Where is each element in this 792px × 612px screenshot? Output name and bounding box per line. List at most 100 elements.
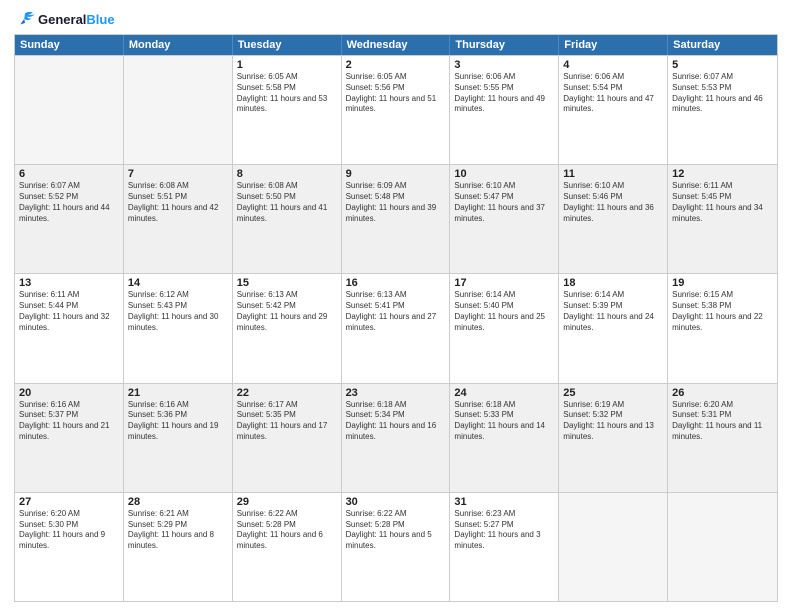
day-number: 27 bbox=[19, 496, 119, 508]
sunrise-text: Sunrise: 6:13 AM bbox=[237, 290, 337, 301]
sunset-text: Sunset: 5:27 PM bbox=[454, 520, 554, 531]
sunrise-text: Sunrise: 6:11 AM bbox=[672, 181, 773, 192]
sunrise-text: Sunrise: 6:07 AM bbox=[672, 72, 773, 83]
cal-cell-17: 17Sunrise: 6:14 AMSunset: 5:40 PMDayligh… bbox=[450, 274, 559, 382]
sunset-text: Sunset: 5:56 PM bbox=[346, 83, 446, 94]
day-number: 19 bbox=[672, 277, 773, 289]
sunrise-text: Sunrise: 6:16 AM bbox=[128, 400, 228, 411]
sunrise-text: Sunrise: 6:05 AM bbox=[237, 72, 337, 83]
sunrise-text: Sunrise: 6:17 AM bbox=[237, 400, 337, 411]
sunset-text: Sunset: 5:37 PM bbox=[19, 410, 119, 421]
sunset-text: Sunset: 5:52 PM bbox=[19, 192, 119, 203]
day-number: 5 bbox=[672, 59, 773, 71]
daylight-text: Daylight: 11 hours and 24 minutes. bbox=[563, 312, 663, 334]
day-number: 28 bbox=[128, 496, 228, 508]
sunrise-text: Sunrise: 6:14 AM bbox=[563, 290, 663, 301]
calendar-row-4: 27Sunrise: 6:20 AMSunset: 5:30 PMDayligh… bbox=[15, 492, 777, 601]
daylight-text: Daylight: 11 hours and 41 minutes. bbox=[237, 203, 337, 225]
header-day-friday: Friday bbox=[559, 35, 668, 55]
day-number: 24 bbox=[454, 387, 554, 399]
day-number: 10 bbox=[454, 168, 554, 180]
sunset-text: Sunset: 5:35 PM bbox=[237, 410, 337, 421]
day-number: 23 bbox=[346, 387, 446, 399]
sunset-text: Sunset: 5:34 PM bbox=[346, 410, 446, 421]
day-number: 18 bbox=[563, 277, 663, 289]
sunrise-text: Sunrise: 6:20 AM bbox=[19, 509, 119, 520]
sunset-text: Sunset: 5:33 PM bbox=[454, 410, 554, 421]
daylight-text: Daylight: 11 hours and 13 minutes. bbox=[563, 421, 663, 443]
day-number: 22 bbox=[237, 387, 337, 399]
cal-cell-6: 6Sunrise: 6:07 AMSunset: 5:52 PMDaylight… bbox=[15, 165, 124, 273]
daylight-text: Daylight: 11 hours and 19 minutes. bbox=[128, 421, 228, 443]
cal-cell-29: 29Sunrise: 6:22 AMSunset: 5:28 PMDayligh… bbox=[233, 493, 342, 601]
header-day-tuesday: Tuesday bbox=[233, 35, 342, 55]
daylight-text: Daylight: 11 hours and 14 minutes. bbox=[454, 421, 554, 443]
daylight-text: Daylight: 11 hours and 53 minutes. bbox=[237, 94, 337, 116]
sunset-text: Sunset: 5:36 PM bbox=[128, 410, 228, 421]
sunset-text: Sunset: 5:53 PM bbox=[672, 83, 773, 94]
cal-cell-27: 27Sunrise: 6:20 AMSunset: 5:30 PMDayligh… bbox=[15, 493, 124, 601]
daylight-text: Daylight: 11 hours and 51 minutes. bbox=[346, 94, 446, 116]
sunrise-text: Sunrise: 6:14 AM bbox=[454, 290, 554, 301]
cal-cell-4: 4Sunrise: 6:06 AMSunset: 5:54 PMDaylight… bbox=[559, 56, 668, 164]
sunrise-text: Sunrise: 6:20 AM bbox=[672, 400, 773, 411]
sunset-text: Sunset: 5:46 PM bbox=[563, 192, 663, 203]
header-day-monday: Monday bbox=[124, 35, 233, 55]
day-number: 9 bbox=[346, 168, 446, 180]
header-day-wednesday: Wednesday bbox=[342, 35, 451, 55]
daylight-text: Daylight: 11 hours and 11 minutes. bbox=[672, 421, 773, 443]
cal-cell-23: 23Sunrise: 6:18 AMSunset: 5:34 PMDayligh… bbox=[342, 384, 451, 492]
daylight-text: Daylight: 11 hours and 8 minutes. bbox=[128, 530, 228, 552]
header-day-thursday: Thursday bbox=[450, 35, 559, 55]
sunrise-text: Sunrise: 6:21 AM bbox=[128, 509, 228, 520]
cal-cell-11: 11Sunrise: 6:10 AMSunset: 5:46 PMDayligh… bbox=[559, 165, 668, 273]
sunset-text: Sunset: 5:54 PM bbox=[563, 83, 663, 94]
day-number: 14 bbox=[128, 277, 228, 289]
daylight-text: Daylight: 11 hours and 42 minutes. bbox=[128, 203, 228, 225]
day-number: 26 bbox=[672, 387, 773, 399]
day-number: 17 bbox=[454, 277, 554, 289]
calendar-header: SundayMondayTuesdayWednesdayThursdayFrid… bbox=[15, 35, 777, 55]
sunrise-text: Sunrise: 6:19 AM bbox=[563, 400, 663, 411]
calendar-body: 1Sunrise: 6:05 AMSunset: 5:58 PMDaylight… bbox=[15, 55, 777, 601]
cal-cell-5: 5Sunrise: 6:07 AMSunset: 5:53 PMDaylight… bbox=[668, 56, 777, 164]
day-number: 6 bbox=[19, 168, 119, 180]
daylight-text: Daylight: 11 hours and 16 minutes. bbox=[346, 421, 446, 443]
day-number: 29 bbox=[237, 496, 337, 508]
cal-cell-22: 22Sunrise: 6:17 AMSunset: 5:35 PMDayligh… bbox=[233, 384, 342, 492]
sunrise-text: Sunrise: 6:10 AM bbox=[454, 181, 554, 192]
sunset-text: Sunset: 5:41 PM bbox=[346, 301, 446, 312]
day-number: 21 bbox=[128, 387, 228, 399]
day-number: 1 bbox=[237, 59, 337, 71]
daylight-text: Daylight: 11 hours and 6 minutes. bbox=[237, 530, 337, 552]
cal-cell-9: 9Sunrise: 6:09 AMSunset: 5:48 PMDaylight… bbox=[342, 165, 451, 273]
daylight-text: Daylight: 11 hours and 3 minutes. bbox=[454, 530, 554, 552]
cal-cell-7: 7Sunrise: 6:08 AMSunset: 5:51 PMDaylight… bbox=[124, 165, 233, 273]
sunset-text: Sunset: 5:32 PM bbox=[563, 410, 663, 421]
daylight-text: Daylight: 11 hours and 36 minutes. bbox=[563, 203, 663, 225]
daylight-text: Daylight: 11 hours and 32 minutes. bbox=[19, 312, 119, 334]
daylight-text: Daylight: 11 hours and 39 minutes. bbox=[346, 203, 446, 225]
cal-cell-25: 25Sunrise: 6:19 AMSunset: 5:32 PMDayligh… bbox=[559, 384, 668, 492]
header-day-saturday: Saturday bbox=[668, 35, 777, 55]
sunrise-text: Sunrise: 6:09 AM bbox=[346, 181, 446, 192]
sunrise-text: Sunrise: 6:13 AM bbox=[346, 290, 446, 301]
daylight-text: Daylight: 11 hours and 44 minutes. bbox=[19, 203, 119, 225]
cal-cell-30: 30Sunrise: 6:22 AMSunset: 5:28 PMDayligh… bbox=[342, 493, 451, 601]
day-number: 13 bbox=[19, 277, 119, 289]
sunset-text: Sunset: 5:50 PM bbox=[237, 192, 337, 203]
sunset-text: Sunset: 5:40 PM bbox=[454, 301, 554, 312]
cal-cell-16: 16Sunrise: 6:13 AMSunset: 5:41 PMDayligh… bbox=[342, 274, 451, 382]
logo-text: GeneralBlue bbox=[38, 12, 115, 27]
cal-cell-12: 12Sunrise: 6:11 AMSunset: 5:45 PMDayligh… bbox=[668, 165, 777, 273]
cal-cell-2: 2Sunrise: 6:05 AMSunset: 5:56 PMDaylight… bbox=[342, 56, 451, 164]
sunrise-text: Sunrise: 6:06 AM bbox=[454, 72, 554, 83]
day-number: 7 bbox=[128, 168, 228, 180]
cal-cell-10: 10Sunrise: 6:10 AMSunset: 5:47 PMDayligh… bbox=[450, 165, 559, 273]
daylight-text: Daylight: 11 hours and 29 minutes. bbox=[237, 312, 337, 334]
calendar: SundayMondayTuesdayWednesdayThursdayFrid… bbox=[14, 34, 778, 602]
sunrise-text: Sunrise: 6:05 AM bbox=[346, 72, 446, 83]
calendar-row-3: 20Sunrise: 6:16 AMSunset: 5:37 PMDayligh… bbox=[15, 383, 777, 492]
cal-cell-14: 14Sunrise: 6:12 AMSunset: 5:43 PMDayligh… bbox=[124, 274, 233, 382]
day-number: 11 bbox=[563, 168, 663, 180]
